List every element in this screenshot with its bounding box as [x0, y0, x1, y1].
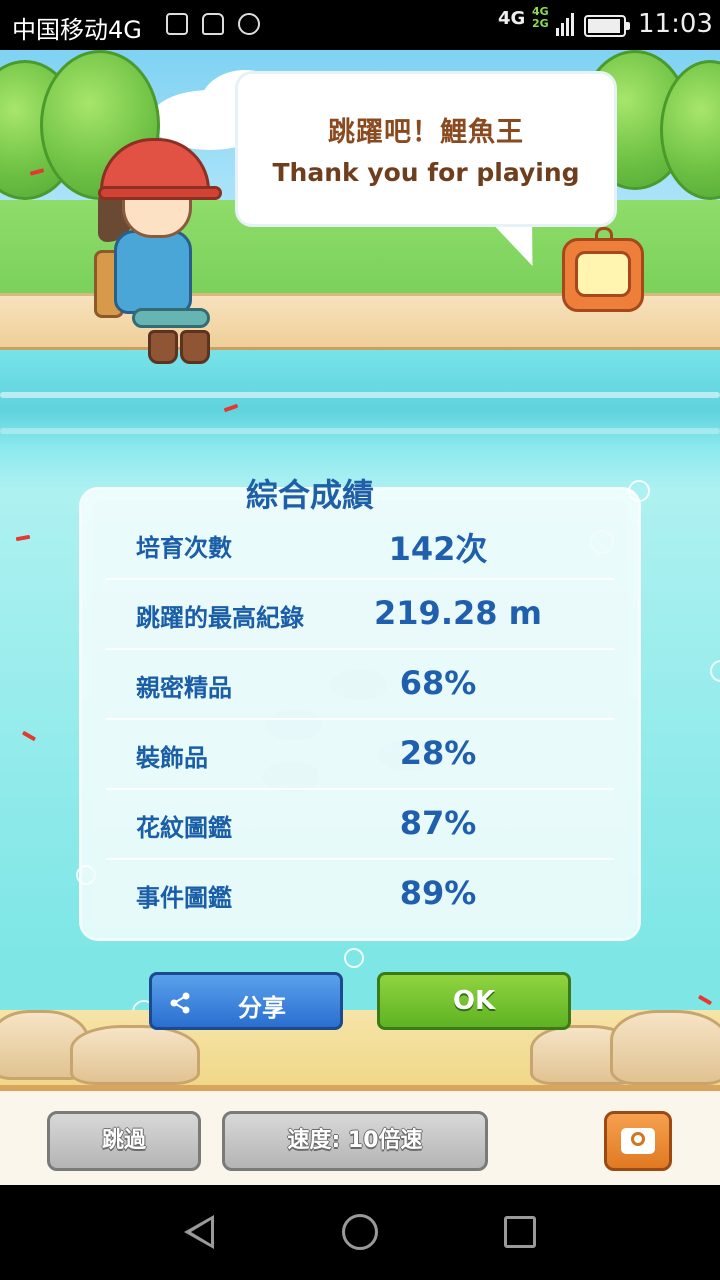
- result-label: 裝飾品: [136, 744, 208, 772]
- back-triangle-icon[interactable]: [184, 1215, 214, 1249]
- player-character: [92, 130, 222, 370]
- result-value: 87%: [399, 804, 477, 842]
- sync-notification-icon: [238, 13, 260, 35]
- speech-bubble: 跳躍吧！鯉魚王 Thank you for playing: [238, 74, 614, 224]
- screenshot-button[interactable]: [604, 1111, 672, 1171]
- tv-icon: [562, 227, 644, 312]
- android-notification-icon: [202, 13, 224, 35]
- result-label: 花紋圖鑑: [136, 814, 232, 842]
- clock: 11:03: [638, 9, 713, 39]
- skip-button[interactable]: 跳過: [47, 1111, 201, 1171]
- share-button[interactable]: 分享: [149, 972, 343, 1030]
- result-row-breeding-count: 培育次數 142次: [106, 510, 614, 580]
- result-label: 跳躍的最高紀錄: [136, 604, 304, 632]
- ok-button[interactable]: OK: [377, 972, 571, 1030]
- result-value: 68%: [399, 664, 477, 702]
- bottom-control-bar: 跳過 速度: 10倍速: [0, 1085, 720, 1185]
- share-label: 分享: [238, 994, 286, 1022]
- result-label: 事件圖鑑: [136, 884, 232, 912]
- speed-button[interactable]: 速度: 10倍速: [222, 1111, 488, 1171]
- network-type: 4G: [498, 8, 526, 29]
- result-value: 142次: [388, 530, 488, 568]
- result-label: 培育次數: [136, 534, 232, 562]
- result-row-pattern-dex: 花紋圖鑑 87%: [106, 790, 614, 860]
- result-row-event-dex: 事件圖鑑 89%: [106, 860, 614, 930]
- result-label: 親密精品: [136, 674, 232, 702]
- network-small-bottom: 2G: [532, 17, 549, 30]
- rock: [610, 1010, 720, 1085]
- network-dual-indicator: 4G 2G: [532, 6, 549, 30]
- result-value: 89%: [399, 874, 477, 912]
- share-icon: [170, 992, 190, 1014]
- navigation-bar: [0, 1185, 720, 1280]
- carrier-label: 中国移动4G: [12, 16, 142, 44]
- result-row-friendship-items: 親密精品 68%: [106, 650, 614, 720]
- signal-icon: [556, 12, 574, 36]
- home-circle-icon[interactable]: [342, 1214, 378, 1250]
- recent-square-icon[interactable]: [504, 1216, 536, 1248]
- result-value: 28%: [399, 734, 477, 772]
- result-value: 219.28 m: [374, 594, 542, 632]
- game-title: 跳躍吧！鯉魚王: [328, 117, 524, 148]
- battery-icon: [584, 15, 630, 37]
- image-notification-icon: [166, 13, 188, 35]
- rock: [70, 1025, 200, 1085]
- status-bar: 中国移动4G 4G 4G 2G 11:03: [0, 0, 720, 50]
- thank-you-message: Thank you for playing: [272, 158, 580, 187]
- result-row-jump-record: 跳躍的最高紀錄 219.28 m: [106, 580, 614, 650]
- result-row-decorations: 裝飾品 28%: [106, 720, 614, 790]
